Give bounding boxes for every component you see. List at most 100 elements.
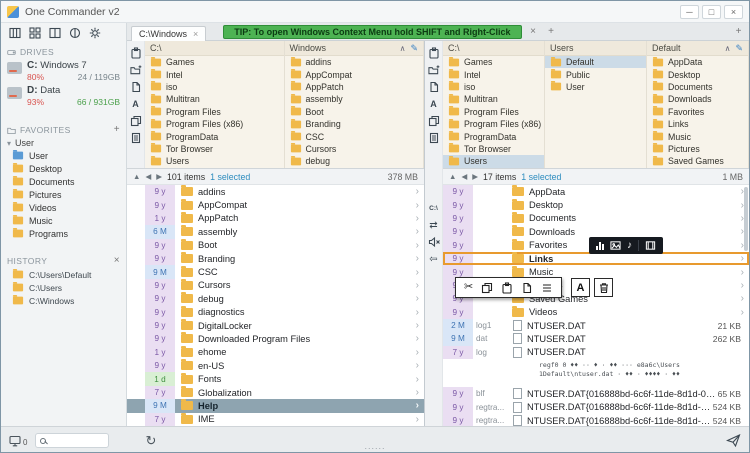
new-file-icon[interactable] — [521, 282, 533, 294]
history-back-icon[interactable]: ◀ — [145, 172, 151, 181]
file-row[interactable]: 7 y Globalization › — [127, 385, 424, 400]
theme-icon[interactable] — [68, 27, 81, 39]
close-tab-icon[interactable]: × — [193, 29, 198, 39]
favorites-group[interactable]: ▾ User — [1, 137, 126, 149]
file-row[interactable]: 9 y addins › — [127, 185, 424, 199]
paste-icon[interactable] — [427, 47, 440, 59]
file-row[interactable]: 9 y en-US › — [127, 359, 424, 373]
gear-icon[interactable] — [88, 27, 101, 39]
file-row[interactable]: 9 y regtra... NTUSER.DAT{016888bd-6c6f-1… — [443, 400, 749, 414]
column-header[interactable]: Default ∧ ✎ — [647, 41, 748, 56]
new-folder-icon[interactable] — [427, 64, 440, 76]
list-icon[interactable] — [541, 282, 553, 294]
favorite-item[interactable]: Documents — [1, 175, 126, 188]
console-icon[interactable]: C:\ — [427, 202, 440, 214]
column-item[interactable]: Saved Games — [647, 155, 748, 167]
file-row[interactable]: 9 y Branding › — [127, 251, 424, 266]
file-row[interactable]: 9 y Cursors › — [127, 278, 424, 293]
copy-icon[interactable] — [481, 282, 493, 294]
refresh-icon[interactable]: ↻ — [145, 434, 156, 447]
column-item[interactable]: Public — [545, 68, 646, 80]
column-item[interactable]: AppCompat — [285, 68, 424, 80]
history-item[interactable]: C:\Windows — [1, 294, 126, 307]
column-item[interactable]: Desktop — [647, 68, 748, 80]
file-row[interactable]: 9 y Documents › — [443, 211, 749, 226]
document-icon[interactable] — [129, 132, 142, 144]
column-item[interactable]: Multitran — [145, 93, 284, 105]
column-header[interactable]: Windows ∧ ✎ — [284, 41, 423, 56]
history-forward-icon[interactable]: ▶ — [472, 172, 478, 181]
operations-counter[interactable]: 0 — [9, 435, 27, 447]
column-item[interactable]: Music — [647, 130, 748, 142]
favorite-item[interactable]: Desktop — [1, 162, 126, 175]
layout-split-icon[interactable] — [48, 27, 61, 39]
column-item[interactable]: Multitran — [443, 93, 544, 105]
file-row[interactable]: 9 y Boot › — [127, 238, 424, 252]
navigate-back-icon[interactable]: ⇦ — [427, 253, 440, 265]
column-item[interactable]: addins — [285, 56, 424, 68]
close-button[interactable]: × — [724, 4, 743, 19]
close-tip-button[interactable]: × — [527, 26, 540, 37]
column-item[interactable]: Games — [443, 56, 544, 68]
file-row[interactable]: 7 y log NTUSER.DAT › — [443, 345, 749, 360]
column-item[interactable]: User — [545, 81, 646, 93]
column-item[interactable]: Pictures — [647, 143, 748, 155]
file-row[interactable]: 1 y ehome › — [127, 345, 424, 360]
favorite-item[interactable]: Music — [1, 214, 126, 227]
document-icon[interactable] — [427, 132, 440, 144]
paste-icon[interactable] — [501, 281, 513, 294]
column-item[interactable]: Intel — [443, 68, 544, 80]
file-row[interactable]: 9 M dat NTUSER.DAT 262 KB › — [443, 332, 749, 346]
column-item[interactable]: CSC — [285, 130, 424, 142]
history-item[interactable]: C:\Users — [1, 281, 126, 294]
minimize-button[interactable]: ─ — [680, 4, 699, 19]
column-item[interactable]: Cursors — [285, 143, 424, 155]
column-item[interactable]: Boot — [285, 106, 424, 118]
clear-history-button[interactable]: × — [114, 256, 120, 266]
column-item[interactable]: iso — [145, 81, 284, 93]
column-item[interactable]: Intel — [145, 68, 284, 80]
column-item[interactable]: Branding — [285, 118, 424, 130]
favorite-item[interactable]: Videos — [1, 201, 126, 214]
music-note-icon[interactable]: ♪ — [627, 240, 632, 251]
scroll-top-icon[interactable]: ▲ — [133, 172, 140, 181]
column-item[interactable]: Program Files — [145, 106, 284, 118]
file-row[interactable]: 9 y Downloaded Program Files › — [127, 332, 424, 346]
column-header[interactable]: Users — [545, 41, 646, 56]
favorite-item[interactable]: User — [1, 149, 126, 162]
file-row[interactable]: 9 y Videos › — [443, 305, 749, 319]
new-file-icon[interactable] — [427, 81, 440, 93]
new-file-icon[interactable] — [129, 81, 142, 93]
column-item[interactable]: Documents — [647, 81, 748, 93]
column-item[interactable]: Links — [647, 118, 748, 130]
file-row[interactable]: 9 y DigitalLocker › — [127, 318, 424, 333]
drive-item[interactable]: C: Windows 7 80% 24 / 119GB — [1, 59, 126, 84]
history-item[interactable]: C:\Users\Default — [1, 268, 126, 281]
column-item[interactable]: Games — [145, 56, 284, 68]
rename-text-button[interactable]: A — [571, 278, 590, 297]
column-item[interactable]: Tor Browser — [443, 143, 544, 155]
paste-icon[interactable] — [129, 47, 142, 59]
file-row[interactable]: 9 y diagnostics › — [127, 305, 424, 319]
file-row[interactable]: 9 y regtra... NTUSER.DAT{016888bd-6c6f-1… — [443, 413, 749, 426]
file-row[interactable]: 9 y blf NTUSER.DAT{016888bd-6c6f-11de-8d… — [443, 387, 749, 401]
file-row[interactable]: 9 y AppData › — [443, 185, 749, 199]
maximize-button[interactable]: □ — [702, 4, 721, 19]
file-row[interactable]: 9 M Help › — [127, 399, 424, 413]
file-row[interactable]: 2 M log1 NTUSER.DAT 21 KB › — [443, 318, 749, 333]
resize-grip[interactable]: ...... — [364, 441, 385, 451]
column-item[interactable]: iso — [443, 81, 544, 93]
collapse-column-icon[interactable]: ∧ — [725, 44, 731, 53]
swap-panels-icon[interactable]: ⇄ — [427, 219, 440, 231]
file-row[interactable]: 1 y AppPatch › — [127, 211, 424, 226]
add-favorite-button[interactable]: + — [114, 125, 120, 135]
history-forward-icon[interactable]: ▶ — [156, 172, 162, 181]
column-item[interactable]: Users — [443, 155, 544, 168]
file-row[interactable]: 9 y debug › — [127, 292, 424, 306]
search-box[interactable] — [35, 433, 110, 448]
copy-icon[interactable] — [129, 115, 142, 127]
edit-path-icon[interactable]: ✎ — [735, 43, 743, 54]
history-back-icon[interactable]: ◀ — [461, 172, 467, 181]
layout-grid-icon[interactable] — [28, 27, 41, 39]
collapse-column-icon[interactable]: ∧ — [400, 44, 406, 53]
